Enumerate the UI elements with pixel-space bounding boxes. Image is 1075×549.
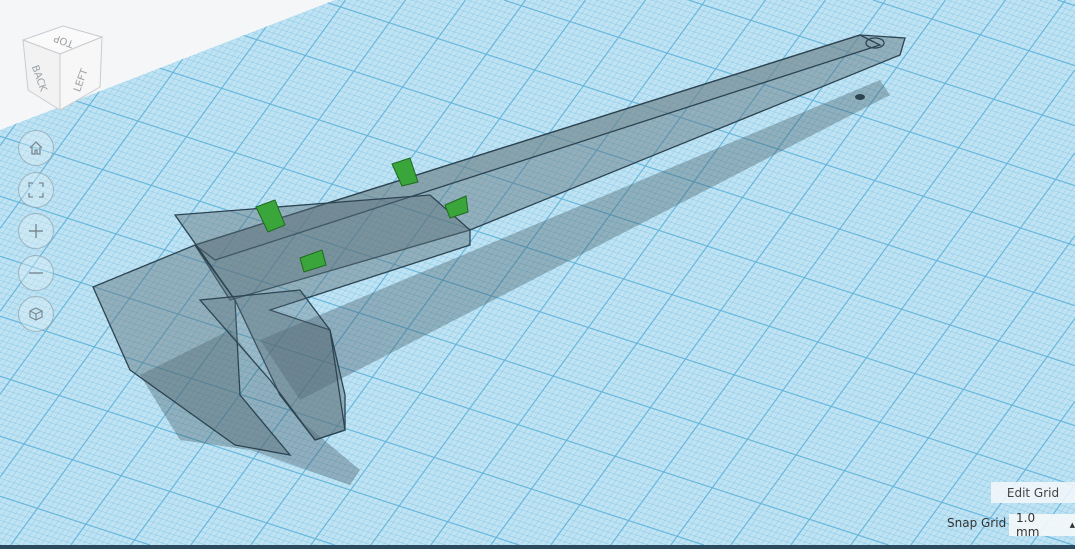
home-view-button[interactable] [18,130,54,166]
workplane-viewport[interactable] [0,0,1075,549]
grid-line [0,0,22,30]
beam-shadow-hole [855,94,865,100]
grid-line [0,0,10,14]
home-icon [29,141,43,155]
grid-line [0,0,4,6]
view-cube[interactable]: TOP BACK LEFT [20,22,106,114]
perspective-toggle-button[interactable] [18,296,54,332]
zoom-out-button[interactable] [18,255,54,291]
edit-grid-button[interactable]: Edit Grid [991,482,1075,503]
snap-grid-select[interactable]: 1.0 mm ▲ [1009,511,1075,539]
zoom-in-icon [29,224,43,238]
grid-line [0,0,16,22]
fit-view-icon [28,182,44,198]
bottom-border [0,545,1075,549]
dropdown-arrow-icon: ▲ [1069,521,1075,529]
snap-grid-label: Snap Grid [947,516,1007,530]
zoom-in-button[interactable] [18,213,54,249]
perspective-icon [29,307,43,321]
fit-view-button[interactable] [18,172,54,208]
zoom-out-icon [29,272,43,274]
snap-grid-value: 1.0 mm [1016,511,1040,539]
